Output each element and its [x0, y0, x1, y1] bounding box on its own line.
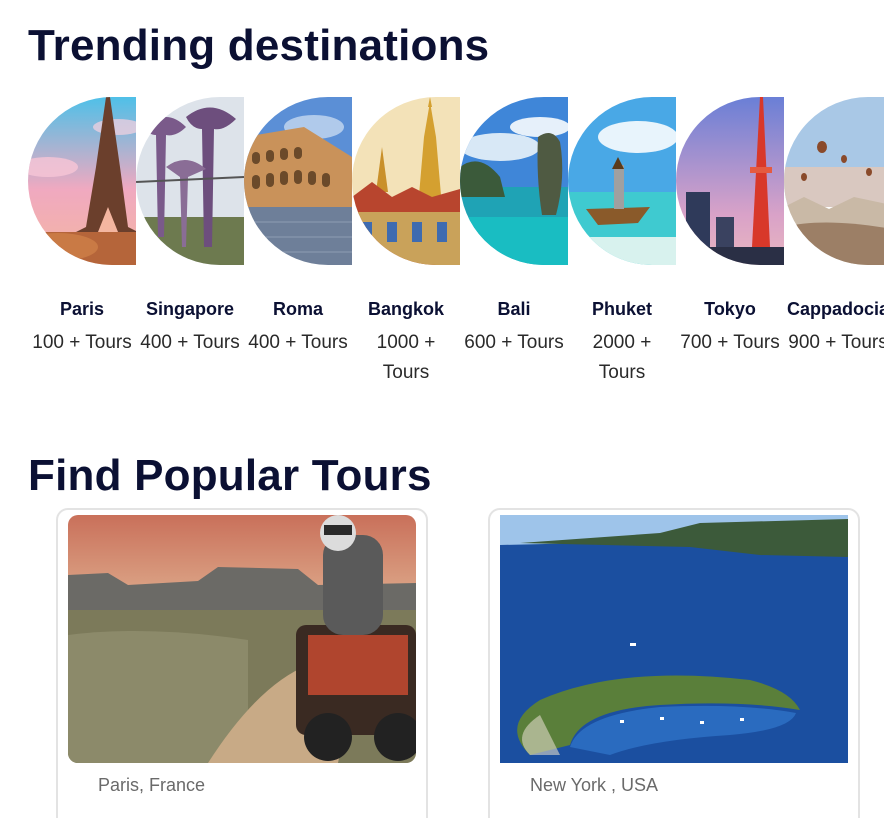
destination-tour-count: 700 + Tours: [680, 332, 780, 353]
tour-location: Paris, France: [98, 775, 206, 795]
page: Trending destinations Paris 100 + Tours: [0, 0, 884, 818]
tour-location: New York , USA: [530, 775, 659, 795]
destination-tour-count: 400 + Tours: [248, 332, 348, 353]
destination-image[interactable]: [460, 97, 568, 265]
destination-card-singapore[interactable]: Singapore 400 + Tours: [136, 97, 244, 358]
destination-tour-count: 1000 + Tours: [376, 332, 436, 383]
destination-name[interactable]: Bangkok: [352, 299, 460, 320]
tour-card[interactable]: New York , USA: [488, 508, 860, 818]
tour-image[interactable]: [68, 515, 416, 763]
destination-name[interactable]: Paris: [28, 299, 136, 320]
destinations-carousel[interactable]: Paris 100 + Tours Singapore 400 + Tours: [28, 97, 884, 397]
destination-image[interactable]: [136, 97, 244, 265]
destination-tour-count: 900 + Tours: [788, 332, 884, 353]
destination-name[interactable]: Bali: [460, 299, 568, 320]
destination-card-paris[interactable]: Paris 100 + Tours: [28, 97, 136, 358]
destination-image[interactable]: [28, 97, 136, 265]
destination-image[interactable]: [676, 97, 784, 265]
trending-destinations-title: Trending destinations: [28, 21, 490, 70]
tour-image[interactable]: [500, 515, 848, 763]
destination-tour-count: 2000 + Tours: [592, 332, 652, 383]
destination-name[interactable]: Roma: [244, 299, 352, 320]
destination-tour-count: 600 + Tours: [464, 332, 564, 353]
destination-card-roma[interactable]: Roma 400 + Tours: [244, 97, 352, 358]
destination-card-cappadocia[interactable]: Cappadocia 900 + Tours: [784, 97, 884, 358]
find-popular-tours-title: Find Popular Tours: [28, 451, 432, 500]
destination-name[interactable]: Phuket: [568, 299, 676, 320]
destination-card-tokyo[interactable]: Tokyo 700 + Tours: [676, 97, 784, 358]
destination-image[interactable]: [352, 97, 460, 265]
destination-tour-count: 400 + Tours: [140, 332, 240, 353]
tour-card[interactable]: Paris, France: [56, 508, 428, 818]
destination-card-phuket[interactable]: Phuket 2000 + Tours: [568, 97, 676, 388]
destination-name[interactable]: Cappadocia: [784, 299, 884, 320]
destination-image[interactable]: [568, 97, 676, 265]
destination-card-bangkok[interactable]: Bangkok 1000 + Tours: [352, 97, 460, 388]
destination-card-bali[interactable]: Bali 600 + Tours: [460, 97, 568, 358]
destination-name[interactable]: Singapore: [136, 299, 244, 320]
destination-name[interactable]: Tokyo: [676, 299, 784, 320]
destination-image[interactable]: [784, 97, 884, 265]
destination-tour-count: 100 + Tours: [32, 332, 132, 353]
destination-image[interactable]: [244, 97, 352, 265]
